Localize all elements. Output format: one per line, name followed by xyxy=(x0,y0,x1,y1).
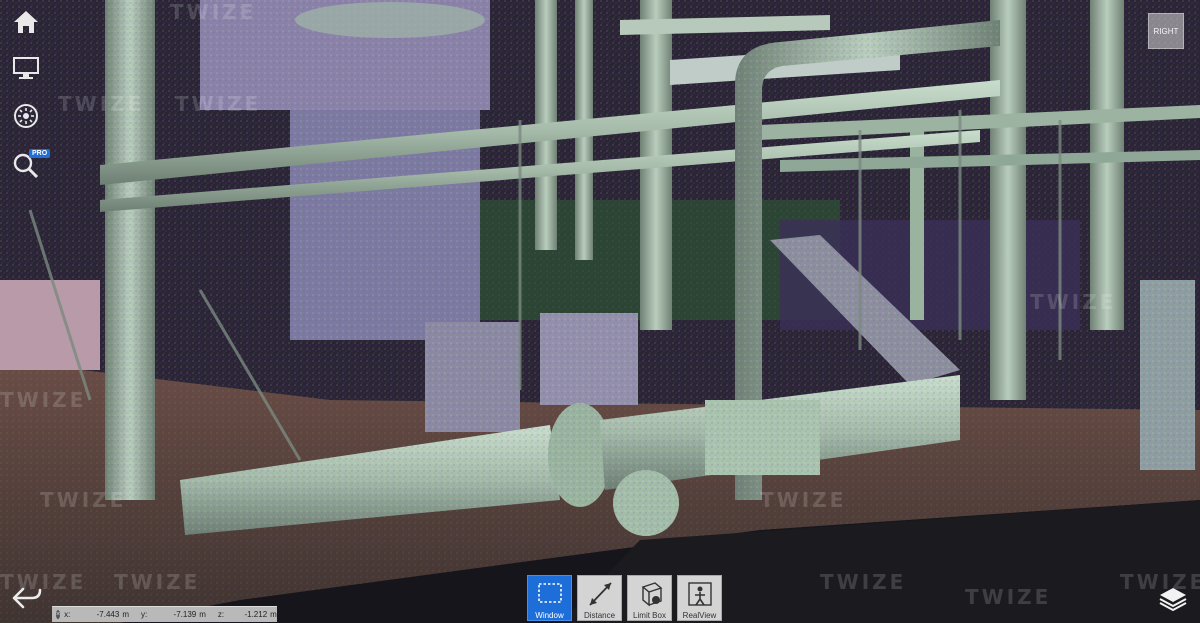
distance-measure-icon xyxy=(588,582,612,606)
limit-box-tool-button[interactable]: Limit Box xyxy=(627,575,672,621)
display-button[interactable] xyxy=(8,50,44,86)
watermark: TWIZE xyxy=(760,488,847,512)
back-button[interactable] xyxy=(10,584,44,612)
limit-box-icon xyxy=(641,582,662,607)
coord-x: x: -7.443 m xyxy=(64,610,129,619)
pro-badge: PRO xyxy=(29,149,51,158)
watermark: TWIZE xyxy=(175,92,262,116)
monitor-icon xyxy=(13,57,39,79)
coord-y: y: -7.139 m xyxy=(141,610,206,619)
watermark: TWIZE xyxy=(58,92,145,116)
home-icon xyxy=(14,11,38,33)
watermark: TWIZE xyxy=(170,0,257,24)
realview-tool-button[interactable]: RealView xyxy=(677,575,722,621)
view-cube[interactable]: RIGHT xyxy=(1148,13,1184,49)
close-icon[interactable]: × xyxy=(56,610,61,619)
selection-window-icon xyxy=(537,583,562,603)
watermark: TWIZE xyxy=(965,585,1052,609)
watermark: TWIZE xyxy=(40,488,127,512)
watermark: TWIZE xyxy=(820,570,907,594)
realview-icon xyxy=(687,582,712,606)
layers-icon xyxy=(1159,588,1187,612)
distance-tool-button[interactable]: Distance xyxy=(577,575,622,621)
measure-toolbar: Window Distance Limit Box RealView xyxy=(527,575,722,621)
view-cube-label: RIGHT xyxy=(1153,26,1179,36)
watermark: TWIZE xyxy=(1030,290,1117,314)
window-tool-button[interactable]: Window xyxy=(527,575,572,621)
watermark: TWIZE xyxy=(114,570,201,594)
watermark: TWIZE xyxy=(0,388,87,412)
coordinates-readout: × x: -7.443 m y: -7.139 m z: -1.212 m xyxy=(52,606,277,622)
lighting-button[interactable] xyxy=(8,98,44,134)
coord-z: z: -1.212 m xyxy=(217,610,277,619)
home-button[interactable] xyxy=(8,4,44,40)
back-arrow-icon xyxy=(12,587,42,609)
layers-button[interactable] xyxy=(1156,584,1190,612)
sun-icon xyxy=(14,104,38,128)
